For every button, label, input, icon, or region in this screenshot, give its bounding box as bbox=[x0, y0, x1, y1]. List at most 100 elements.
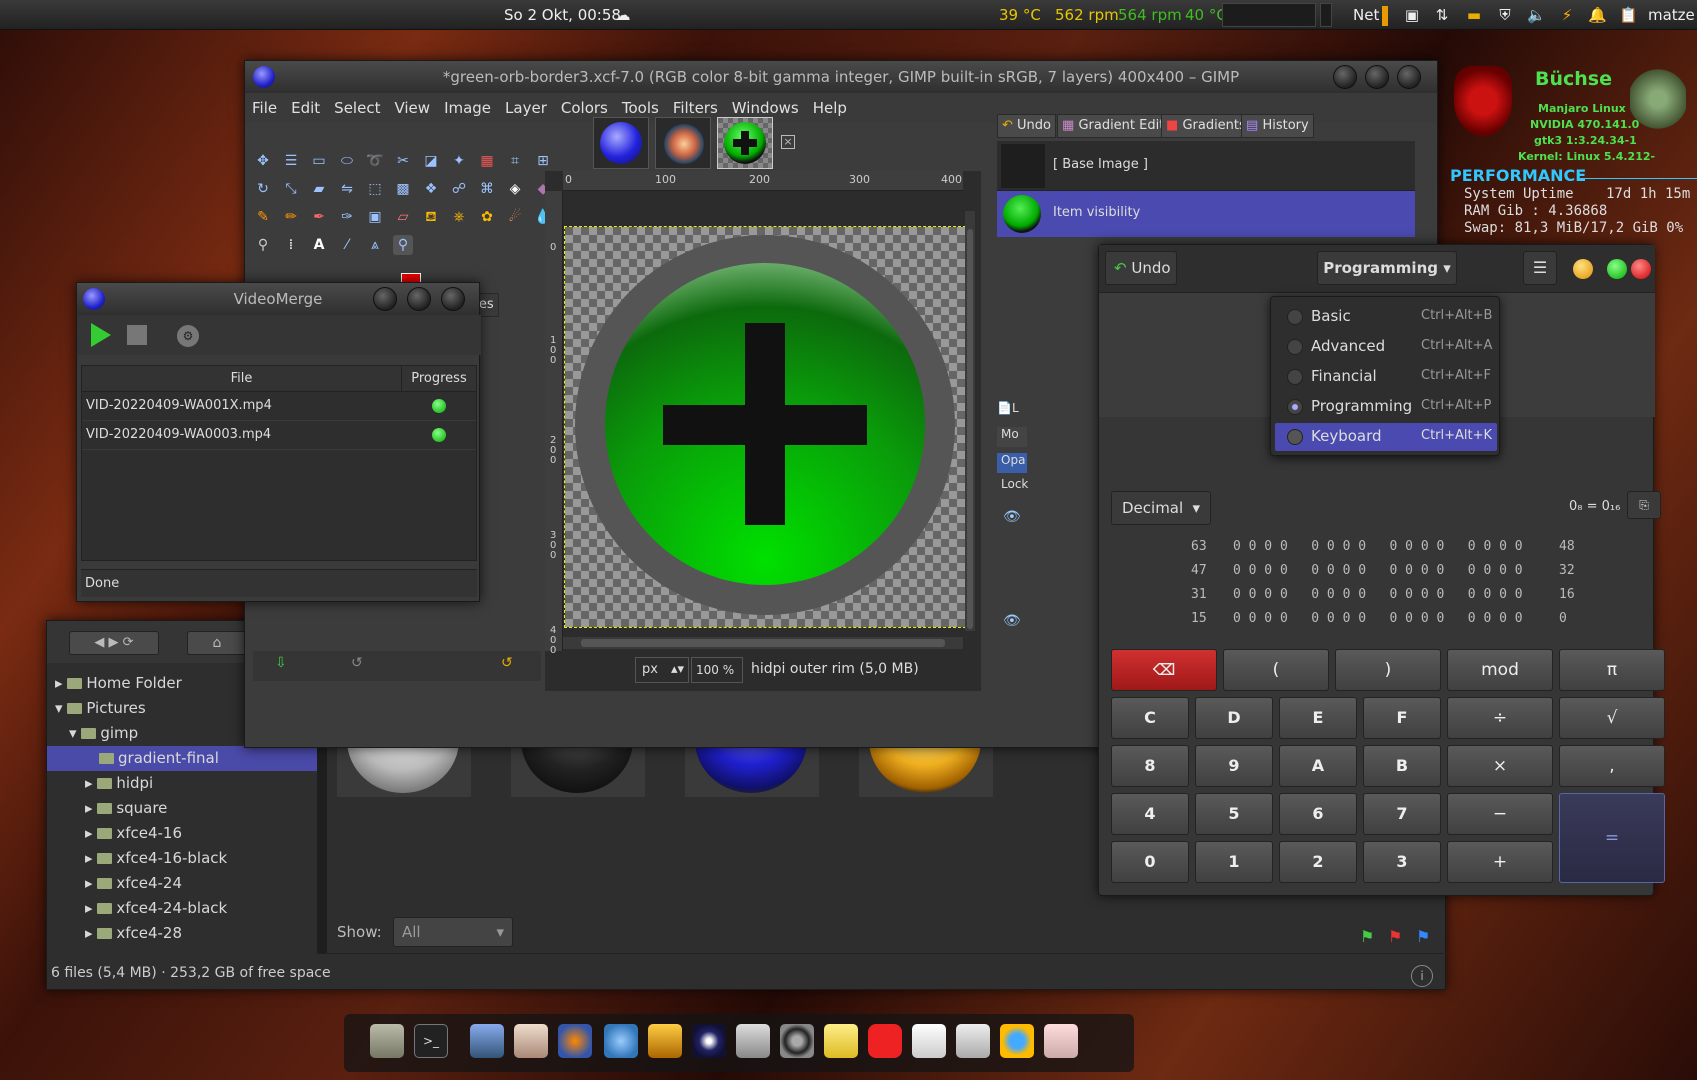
tree-item-xfce4-16-black[interactable]: ▸ xfce4-16-black bbox=[47, 846, 227, 871]
unified-transform-icon[interactable]: ⊞ bbox=[533, 151, 553, 171]
tree-item-square[interactable]: ▸ square bbox=[47, 796, 167, 821]
rect-select-icon[interactable]: ▭ bbox=[309, 151, 329, 171]
menu-select[interactable]: Select bbox=[327, 93, 387, 117]
ink-icon[interactable]: ✑ bbox=[337, 207, 357, 227]
measure-icon[interactable]: ⁞ bbox=[281, 235, 301, 255]
copy-icon[interactable]: ⎘ bbox=[1627, 491, 1661, 519]
show-select[interactable]: All ▾ bbox=[393, 917, 513, 947]
flip-icon[interactable]: ⇋ bbox=[337, 179, 357, 199]
calc-undo-button[interactable]: ↶ Undo bbox=[1105, 251, 1177, 285]
green-flag-icon[interactable]: ⚑ bbox=[1360, 927, 1374, 946]
mypaint-icon[interactable]: ▣ bbox=[365, 207, 385, 227]
settings-icon[interactable]: ⚙ bbox=[177, 325, 199, 347]
nav-arrows[interactable]: ◀ ▶ ⟳ bbox=[69, 631, 159, 655]
tab-history[interactable]: ▤ History bbox=[1241, 114, 1314, 138]
restore-icon[interactable]: ↺ bbox=[351, 655, 363, 671]
multiply-button[interactable]: × bbox=[1447, 745, 1553, 787]
fuzzy-select-icon[interactable]: ✦ bbox=[449, 151, 469, 171]
layers-tab[interactable]: 📄L bbox=[997, 401, 1027, 421]
key-8[interactable]: 8 bbox=[1111, 745, 1189, 787]
menu-edit[interactable]: Edit bbox=[284, 93, 327, 117]
col-header-progress[interactable]: Progress bbox=[402, 366, 476, 392]
col-header-file[interactable]: File bbox=[82, 366, 402, 392]
mode-option-basic[interactable]: Basic Ctrl+Alt+B bbox=[1275, 303, 1497, 331]
gimp-launcher-icon[interactable] bbox=[370, 1024, 404, 1058]
text-tool-icon[interactable]: A bbox=[309, 235, 329, 255]
tree-item-xfce4-24[interactable]: ▸ xfce4-24 bbox=[47, 871, 182, 896]
undo-item-visibility[interactable]: Item visibility bbox=[997, 191, 1415, 237]
gradient-tool-icon[interactable]: ⩓ bbox=[365, 235, 385, 255]
heal-icon[interactable]: ✿ bbox=[477, 207, 497, 227]
canvas-hscroll[interactable] bbox=[563, 637, 963, 649]
menu-help[interactable]: Help bbox=[806, 93, 854, 117]
perspective-icon[interactable]: ⬚ bbox=[365, 179, 385, 199]
key-0[interactable]: 0 bbox=[1111, 841, 1189, 883]
blur-icon[interactable]: ⚲ bbox=[253, 235, 273, 255]
align-tool-icon[interactable]: ☰ bbox=[281, 151, 301, 171]
menu-view[interactable]: View bbox=[387, 93, 437, 117]
stamp-launcher-icon[interactable] bbox=[514, 1024, 548, 1058]
shield-icon[interactable]: ⛨ bbox=[1496, 6, 1514, 24]
eclipse-launcher-icon[interactable] bbox=[692, 1024, 726, 1058]
screenshot-icon[interactable]: ▣ bbox=[1403, 6, 1421, 24]
mode-option-keyboard[interactable]: Keyboard Ctrl+Alt+K bbox=[1275, 423, 1497, 451]
red-flag-icon[interactable]: ⚑ bbox=[1388, 927, 1402, 946]
tree-item-xfce4-28[interactable]: ▸ xfce4-28 bbox=[47, 921, 182, 946]
terminal-launcher-icon[interactable]: >_ bbox=[414, 1024, 448, 1058]
tree-item-pictures[interactable]: ▾ Pictures bbox=[47, 696, 146, 721]
scale-icon[interactable]: ⤡ bbox=[281, 179, 301, 199]
close-image-icon[interactable]: × bbox=[781, 135, 795, 149]
menu-file[interactable]: File bbox=[245, 93, 284, 117]
base-select[interactable]: Decimal ▾ bbox=[1111, 491, 1211, 525]
hamburger-menu-icon[interactable]: ☰ bbox=[1523, 251, 1557, 285]
image-canvas[interactable] bbox=[564, 226, 966, 628]
key-9[interactable]: 9 bbox=[1195, 745, 1273, 787]
tree-item-home[interactable]: ▸ Home Folder bbox=[47, 671, 182, 696]
mode-option-programming[interactable]: Programming Ctrl+Alt+P bbox=[1275, 393, 1497, 421]
tree-item-hidpi[interactable]: ▸ hidpi bbox=[47, 771, 153, 796]
path-icon[interactable]: ⌘ bbox=[477, 179, 497, 199]
cage-icon[interactable]: ▩ bbox=[393, 179, 413, 199]
key-f[interactable]: F bbox=[1363, 697, 1441, 739]
crop-icon[interactable]: ⌗ bbox=[505, 151, 525, 171]
close-button[interactable] bbox=[1631, 259, 1651, 279]
bit-row-bits[interactable]: 0 0 0 0 0 0 0 0 0 0 0 0 0 0 0 0 bbox=[1233, 587, 1523, 602]
airbrush-icon[interactable]: ✒ bbox=[309, 207, 329, 227]
mode-field[interactable]: Mo bbox=[997, 427, 1027, 447]
power-icon[interactable]: ⚡ bbox=[1558, 6, 1576, 24]
zoom-select[interactable]: 100 % bbox=[691, 657, 743, 683]
canvas-vscroll[interactable] bbox=[965, 211, 975, 631]
eye-launcher-icon[interactable] bbox=[1044, 1024, 1078, 1058]
key-3[interactable]: 3 bbox=[1363, 841, 1441, 883]
decimal-button[interactable]: , bbox=[1559, 745, 1665, 787]
paintbrush-icon[interactable]: ✎ bbox=[253, 207, 273, 227]
zoom-tool-icon[interactable]: ⚲ bbox=[393, 235, 413, 255]
subtract-button[interactable]: − bbox=[1447, 793, 1553, 835]
rotate-icon[interactable]: ↻ bbox=[253, 179, 273, 199]
add-button[interactable]: + bbox=[1447, 841, 1553, 883]
maximize-button[interactable] bbox=[1607, 259, 1627, 279]
mode-option-advanced[interactable]: Advanced Ctrl+Alt+A bbox=[1275, 333, 1497, 361]
key-2[interactable]: 2 bbox=[1279, 841, 1357, 883]
move-tool-icon[interactable]: ✥ bbox=[253, 151, 273, 171]
menu-image[interactable]: Image bbox=[437, 93, 498, 117]
image-tab-nebula[interactable] bbox=[655, 117, 711, 169]
tree-item-xfce4-16[interactable]: ▸ xfce4-16 bbox=[47, 821, 182, 846]
smudge-icon[interactable]: ☄ bbox=[505, 207, 525, 227]
tree-item-gradient-final[interactable]: gradient-final bbox=[47, 746, 317, 771]
browser-launcher-icon[interactable] bbox=[604, 1024, 638, 1058]
divide-button[interactable]: ÷ bbox=[1447, 697, 1553, 739]
tab-gradients[interactable]: ■ Gradients bbox=[1161, 114, 1251, 138]
sqrt-button[interactable]: √ bbox=[1559, 697, 1665, 739]
bit-row-bits[interactable]: 0 0 0 0 0 0 0 0 0 0 0 0 0 0 0 0 bbox=[1233, 539, 1523, 554]
pi-button[interactable]: π bbox=[1559, 649, 1665, 691]
tree-item-gimp[interactable]: ▾ gimp bbox=[47, 721, 138, 746]
unit-select[interactable]: px ▴▾ bbox=[635, 657, 689, 683]
key-e[interactable]: E bbox=[1279, 697, 1357, 739]
installer-launcher-icon[interactable] bbox=[956, 1024, 990, 1058]
editor-launcher-icon[interactable] bbox=[912, 1024, 946, 1058]
key-a[interactable]: A bbox=[1279, 745, 1357, 787]
close-paren-button[interactable]: ) bbox=[1335, 649, 1441, 691]
close-button[interactable] bbox=[1397, 65, 1421, 89]
camera-launcher-icon[interactable] bbox=[780, 1024, 814, 1058]
